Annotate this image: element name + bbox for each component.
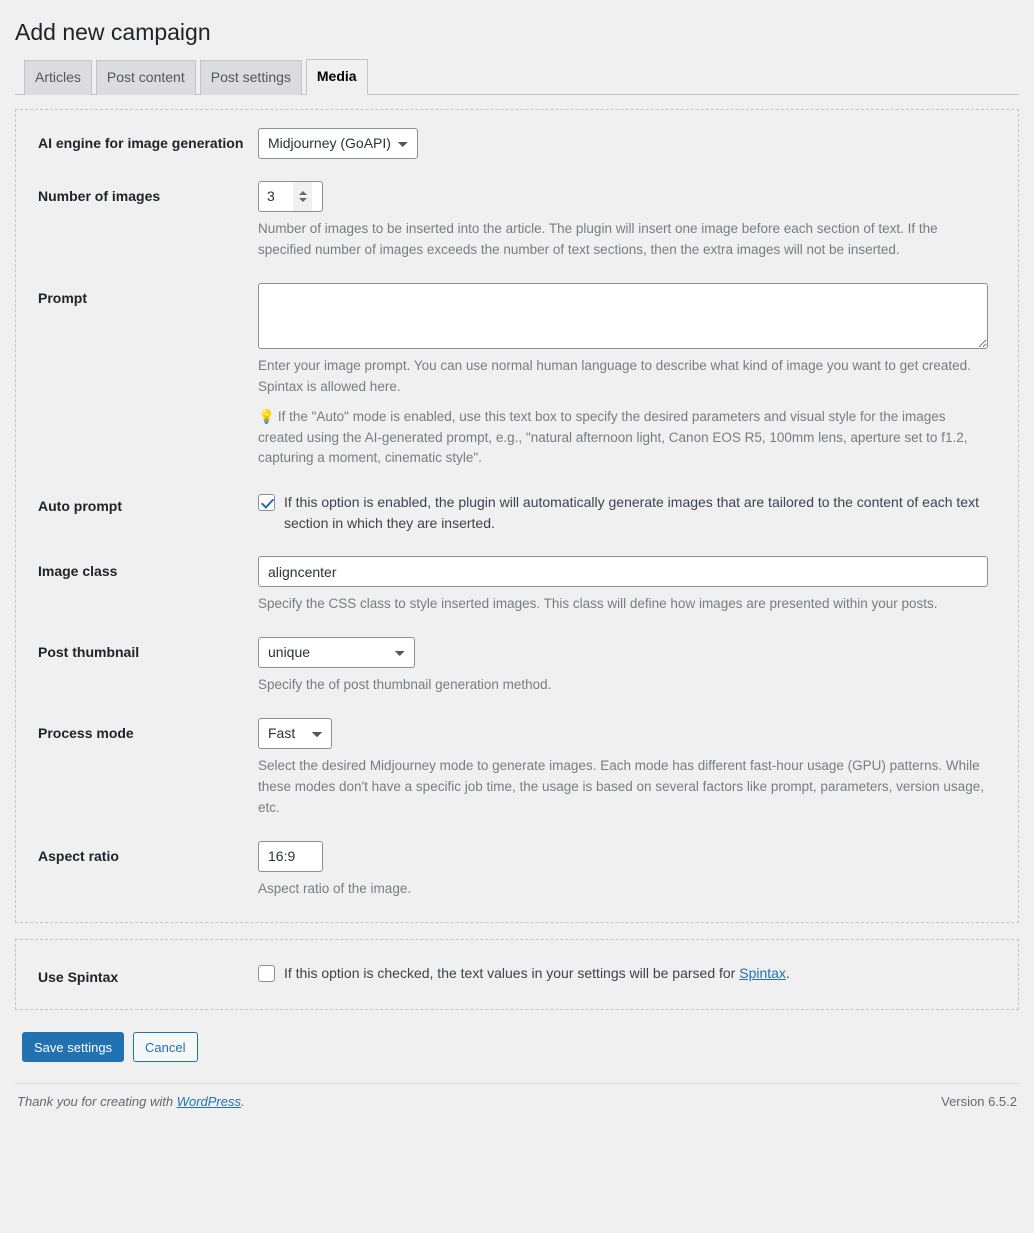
prompt-label: Prompt	[38, 289, 87, 306]
row-auto-prompt: Auto prompt If this option is enabled, t…	[38, 491, 996, 534]
image-class-input[interactable]	[258, 556, 988, 588]
tab-media[interactable]: Media	[305, 58, 368, 95]
footer-thanks-before: Thank you for creating with	[17, 1094, 177, 1110]
number-of-images-label: Number of images	[38, 187, 161, 204]
auto-prompt-checkbox-line: If this option is enabled, the plugin wi…	[258, 491, 996, 534]
row-aspect-ratio: Aspect ratio Aspect ratio of the image.	[38, 840, 996, 900]
lightbulb-icon: 💡	[258, 408, 275, 424]
image-class-field: Specify the CSS class to style inserted …	[258, 556, 996, 615]
media-settings-panel: AI engine for image generation Midjourne…	[15, 108, 1019, 923]
process-mode-description: Select the desired Midjourney mode to ge…	[258, 758, 984, 816]
row-number-of-images: Number of images Number of images to be …	[38, 180, 996, 261]
aspect-ratio-input[interactable]	[258, 840, 323, 872]
process-mode-select[interactable]: Fast	[258, 718, 332, 750]
stepper-arrows[interactable]	[293, 181, 312, 211]
admin-page: Add new campaign Articles Post content P…	[0, 0, 1034, 1109]
tab-articles[interactable]: Articles	[24, 59, 92, 95]
process-mode-field: Fast Select the desired Midjourney mode …	[258, 718, 996, 819]
image-class-description: Specify the CSS class to style inserted …	[258, 596, 938, 612]
cancel-button[interactable]: Cancel	[133, 1032, 198, 1063]
row-post-thumbnail: Post thumbnail unique Specify the of pos…	[38, 637, 996, 696]
admin-footer: Thank you for creating with WordPress. V…	[15, 1083, 1019, 1109]
use-spintax-description: If this option is checked, the text valu…	[284, 962, 790, 984]
action-bar: Save settings Cancel	[22, 1032, 1019, 1063]
use-spintax-field: If this option is checked, the text valu…	[258, 962, 996, 984]
post-thumbnail-label: Post thumbnail	[38, 644, 140, 661]
row-use-spintax: Use Spintax If this option is checked, t…	[38, 962, 996, 988]
stepper-down-icon[interactable]	[298, 197, 307, 202]
use-spintax-checkbox-line: If this option is checked, the text valu…	[258, 962, 996, 984]
prompt-tip-text: If the "Auto" mode is enabled, use this …	[258, 408, 968, 466]
auto-prompt-label: Auto prompt	[38, 498, 122, 515]
prompt-textarea[interactable]	[258, 282, 988, 349]
number-of-images-description: Number of images to be inserted into the…	[258, 220, 938, 257]
wordpress-link[interactable]: WordPress	[177, 1094, 241, 1109]
tab-bar: Articles Post content Post settings Medi…	[15, 58, 1019, 95]
ai-engine-field: Midjourney (GoAPI)	[258, 127, 996, 159]
ai-engine-select[interactable]: Midjourney (GoAPI)	[258, 127, 418, 159]
use-spintax-text-before: If this option is checked, the text valu…	[284, 964, 740, 981]
save-settings-button[interactable]: Save settings	[22, 1032, 125, 1063]
aspect-ratio-field: Aspect ratio of the image.	[258, 840, 996, 900]
post-thumbnail-field: unique Specify the of post thumbnail gen…	[258, 637, 996, 696]
process-mode-label: Process mode	[38, 725, 134, 742]
ai-engine-label: AI engine for image generation	[38, 134, 244, 151]
tab-post-content[interactable]: Post content	[95, 59, 196, 95]
auto-prompt-field: If this option is enabled, the plugin wi…	[258, 491, 996, 534]
use-spintax-label: Use Spintax	[38, 968, 119, 985]
page-title: Add new campaign	[15, 19, 211, 45]
aspect-ratio-description: Aspect ratio of the image.	[258, 880, 412, 896]
spintax-panel: Use Spintax If this option is checked, t…	[15, 938, 1019, 1011]
number-of-images-field: Number of images to be inserted into the…	[258, 180, 996, 261]
post-thumbnail-select[interactable]: unique	[258, 637, 415, 669]
footer-version: Version 6.5.2	[941, 1094, 1017, 1110]
use-spintax-text-after: .	[785, 964, 790, 981]
footer-thanks: Thank you for creating with WordPress.	[17, 1094, 245, 1109]
image-class-label: Image class	[38, 563, 118, 580]
row-prompt: Prompt Enter your image prompt. You can …	[38, 282, 996, 470]
row-process-mode: Process mode Fast Select the desired Mid…	[38, 718, 996, 819]
tab-post-settings[interactable]: Post settings	[199, 59, 302, 95]
spintax-link[interactable]: Spintax	[739, 965, 786, 981]
prompt-tip: 💡 If the "Auto" mode is enabled, use this…	[258, 407, 988, 470]
stepper-up-icon[interactable]	[298, 190, 307, 195]
footer-thanks-after: .	[241, 1094, 245, 1110]
row-ai-engine: AI engine for image generation Midjourne…	[38, 127, 996, 159]
auto-prompt-checkbox[interactable]	[258, 494, 275, 512]
aspect-ratio-label: Aspect ratio	[38, 847, 119, 864]
number-of-images-stepper[interactable]	[258, 180, 323, 212]
auto-prompt-description: If this option is enabled, the plugin wi…	[284, 494, 979, 532]
prompt-field: Enter your image prompt. You can use nor…	[258, 282, 996, 470]
number-of-images-input[interactable]	[259, 188, 293, 205]
use-spintax-checkbox[interactable]	[258, 964, 275, 982]
post-thumbnail-description: Specify the of post thumbnail generation…	[258, 677, 552, 693]
prompt-description: Enter your image prompt. You can use nor…	[258, 357, 971, 394]
row-image-class: Image class Specify the CSS class to sty…	[38, 556, 996, 615]
